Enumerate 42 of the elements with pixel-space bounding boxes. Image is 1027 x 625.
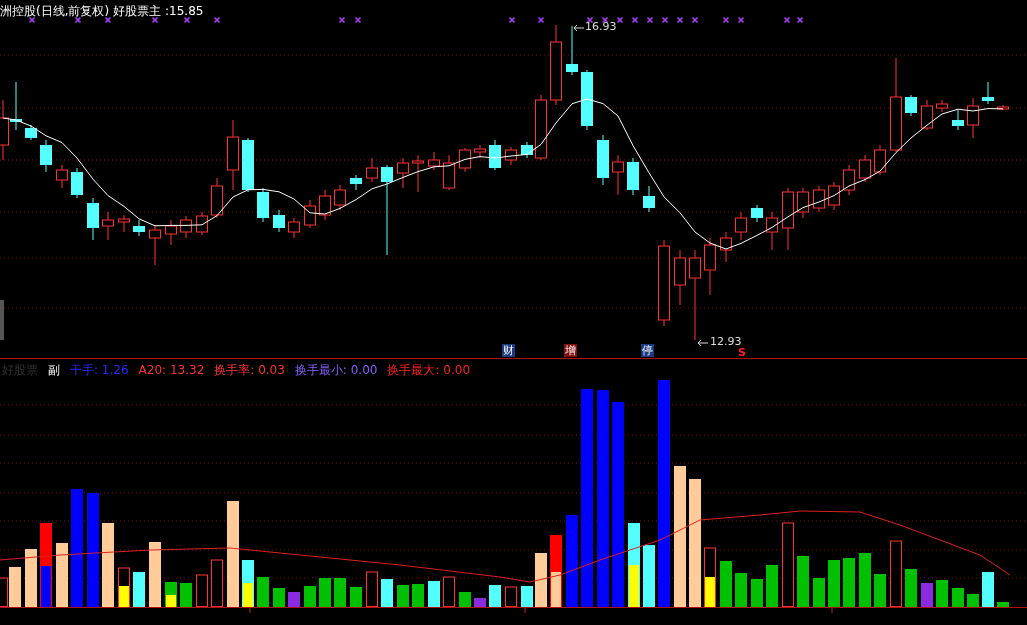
event-marker: 停 <box>641 344 654 357</box>
cross-icon <box>151 16 159 24</box>
event-marker: S <box>737 346 747 359</box>
event-marker: 增 <box>564 344 577 357</box>
cross-icon <box>213 16 221 24</box>
indicator-reading: 干手: 1.26 <box>70 361 129 379</box>
cross-icon <box>601 16 609 24</box>
arrow-icon <box>573 24 585 32</box>
cross-icon <box>661 16 669 24</box>
price-label: 12.93 <box>710 335 742 348</box>
stock-title: 洲控股(日线,前复权) <box>0 3 110 20</box>
indicator-reading: 换手最小: 0.00 <box>294 361 378 379</box>
cross-icon <box>722 16 730 24</box>
cross-icon <box>796 16 804 24</box>
cross-icon <box>183 16 191 24</box>
cross-icon <box>676 16 684 24</box>
panel-label: 副 <box>48 361 60 379</box>
price-label: 16.93 <box>585 20 617 33</box>
cross-icon <box>646 16 654 24</box>
indicator-reading: A20: 13.32 <box>138 363 205 377</box>
indicator-reading: 好股票主 :15.85 <box>113 3 204 20</box>
scroll-handle[interactable] <box>0 300 4 340</box>
tick-mark <box>831 608 833 614</box>
cross-icon <box>737 16 745 24</box>
tick-mark <box>249 608 251 614</box>
event-marker: 财 <box>502 344 515 357</box>
cross-icon <box>104 16 112 24</box>
indicator-reading: 换手率: 0.03 <box>214 361 285 379</box>
arrow-icon <box>697 339 709 347</box>
cross-icon <box>631 16 639 24</box>
cross-icon <box>508 16 516 24</box>
cross-icon <box>537 16 545 24</box>
cross-icon <box>616 16 624 24</box>
cross-icon <box>354 16 362 24</box>
cross-icon <box>28 16 36 24</box>
cross-icon <box>338 16 346 24</box>
tick-mark <box>524 608 526 614</box>
indicator-reading: 换手最大: 0.00 <box>387 361 470 379</box>
cross-icon <box>691 16 699 24</box>
cross-icon <box>74 16 82 24</box>
cross-icon <box>586 16 594 24</box>
cross-icon <box>783 16 791 24</box>
